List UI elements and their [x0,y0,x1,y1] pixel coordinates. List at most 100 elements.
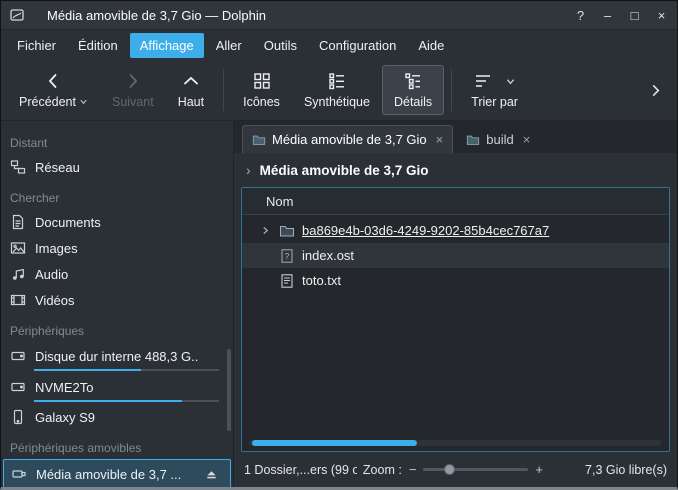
up-label: Haut [178,95,204,109]
chevron-right-icon [123,71,143,91]
places-panel: Distant Réseau Chercher Documents Images [1,121,234,487]
svg-text:?: ? [285,252,290,261]
zoom-out-icon[interactable]: − [409,462,417,477]
menu-configuration[interactable]: Configuration [309,33,406,58]
forward-button[interactable]: Suivant [100,65,166,115]
compact-view-label: Synthétique [304,95,370,109]
sidebar-item-disque-dur-interne[interactable]: Disque dur interne 488,3 G.. [1,342,233,373]
window-body: Distant Réseau Chercher Documents Images [1,121,677,487]
close-button[interactable]: × [648,2,675,28]
sidebar-item-videos[interactable]: Vidéos [1,287,233,313]
titlebar[interactable]: Média amovible de 3,7 Gio — Dolphin ? – … [1,1,677,30]
expand-arrow-icon[interactable] [258,226,272,235]
sidebar-item-label: Vidéos [35,293,75,308]
eject-icon[interactable] [205,468,218,481]
tab-build[interactable]: build × [456,125,540,153]
file-name[interactable]: toto.txt [302,273,341,288]
sidebar-item-label: Documents [35,215,101,230]
toolbar-separator [451,69,452,111]
scrollbar-handle[interactable] [252,440,417,446]
text-file-icon [279,273,295,289]
sort-dropdown-icon[interactable] [505,76,516,87]
sidebar-item-label: Audio [35,267,68,282]
tab-close-icon[interactable]: × [436,132,444,147]
menu-aller[interactable]: Aller [206,33,252,58]
zoom-slider-handle[interactable] [444,464,455,475]
history-dropdown-icon[interactable] [79,97,88,106]
video-icon [10,292,26,308]
chevron-up-icon [181,71,201,91]
main-toolbar: Précédent Suivant Haut Icônes [1,60,677,121]
icons-view-button[interactable]: Icônes [231,65,292,115]
file-name[interactable]: ba869e4b-03d6-4249-9202-85b4cec767a7 [302,223,549,238]
maximize-button[interactable]: □ [621,2,648,28]
tab-label: build [486,132,513,147]
disk-usage-bar [34,369,219,371]
file-row-index-ost[interactable]: ? index.ost [242,243,669,268]
sidebar-item-images[interactable]: Images [1,235,233,261]
menu-affichage[interactable]: Affichage [130,33,204,58]
breadcrumb-chevron-icon[interactable]: › [246,162,251,178]
disk-usage-bar [37,487,216,489]
sidebar-scrollbar[interactable] [227,349,231,431]
sidebar-item-label: NVME2To [35,380,94,395]
places-section-chercher: Chercher [1,180,233,209]
places-section-distant: Distant [1,125,233,154]
zoom-control: Zoom : − + [363,462,543,477]
menu-edition[interactable]: Édition [68,33,128,58]
file-view: Nom ba869e4b-03d6-4249-9202-85b4cec767a7 [241,187,670,452]
document-icon [10,214,26,230]
details-view-button[interactable]: Détails [382,65,444,115]
horizontal-scrollbar[interactable] [249,440,662,446]
details-view-label: Détails [394,95,432,109]
sidebar-item-label: Images [35,241,78,256]
sort-by-button[interactable]: Trier par [459,65,530,115]
tab-close-icon[interactable]: × [523,132,531,147]
tab-media-amovible[interactable]: Média amovible de 3,7 Gio × [242,125,453,153]
breadcrumb-location[interactable]: Média amovible de 3,7 Gio [260,163,429,178]
places-section-amovibles: Périphériques amovibles [1,430,233,459]
file-name[interactable]: index.ost [302,248,354,263]
menu-outils[interactable]: Outils [254,33,307,58]
toolbar-separator [223,69,224,111]
zoom-slider[interactable] [423,468,528,471]
up-button[interactable]: Haut [166,65,216,115]
disk-usage-bar [34,400,219,402]
menu-aide[interactable]: Aide [408,33,454,58]
folder-icon [466,133,480,147]
sidebar-item-label: Galaxy S9 [35,410,95,425]
sidebar-item-reseau[interactable]: Réseau [1,154,233,180]
free-space-label: 7,3 Gio libre(s) [559,463,667,477]
file-rows: ba869e4b-03d6-4249-9202-85b4cec767a7 ? i… [242,215,669,293]
chevron-left-icon [43,71,63,91]
sort-icon [473,71,493,91]
sidebar-item-label: Média amovible de 3,7 ... [36,467,181,482]
column-header-nom[interactable]: Nom [242,188,669,215]
details-view-icon [403,71,423,91]
file-row-folder[interactable]: ba869e4b-03d6-4249-9202-85b4cec767a7 [242,218,669,243]
image-icon [10,240,26,256]
sidebar-item-nvme2to[interactable]: NVME2To [1,373,233,404]
audio-icon [10,266,26,282]
folder-icon [279,223,295,239]
toolbar-overflow-button[interactable] [640,83,671,98]
menu-fichier[interactable]: Fichier [7,33,66,58]
zoom-in-icon[interactable]: + [535,462,543,477]
sidebar-item-documents[interactable]: Documents [1,209,233,235]
compact-view-button[interactable]: Synthétique [292,65,382,115]
sidebar-item-audio[interactable]: Audio [1,261,233,287]
help-button[interactable]: ? [567,2,594,28]
unknown-file-icon: ? [279,248,295,264]
forward-label: Suivant [112,95,154,109]
dolphin-window: Média amovible de 3,7 Gio — Dolphin ? – … [0,0,678,490]
zoom-label: Zoom : [363,463,402,477]
sidebar-item-galaxy-s9[interactable]: Galaxy S9 [1,404,233,430]
app-icon [9,7,25,23]
sidebar-item-media-amovible[interactable]: Média amovible de 3,7 ... [3,459,231,490]
folder-icon [252,133,266,147]
file-row-toto-txt[interactable]: toto.txt [242,268,669,293]
tab-label: Média amovible de 3,7 Gio [272,132,427,147]
back-button[interactable]: Précédent [7,65,100,115]
minimize-button[interactable]: – [594,2,621,28]
breadcrumb: › Média amovible de 3,7 Gio [234,153,677,187]
